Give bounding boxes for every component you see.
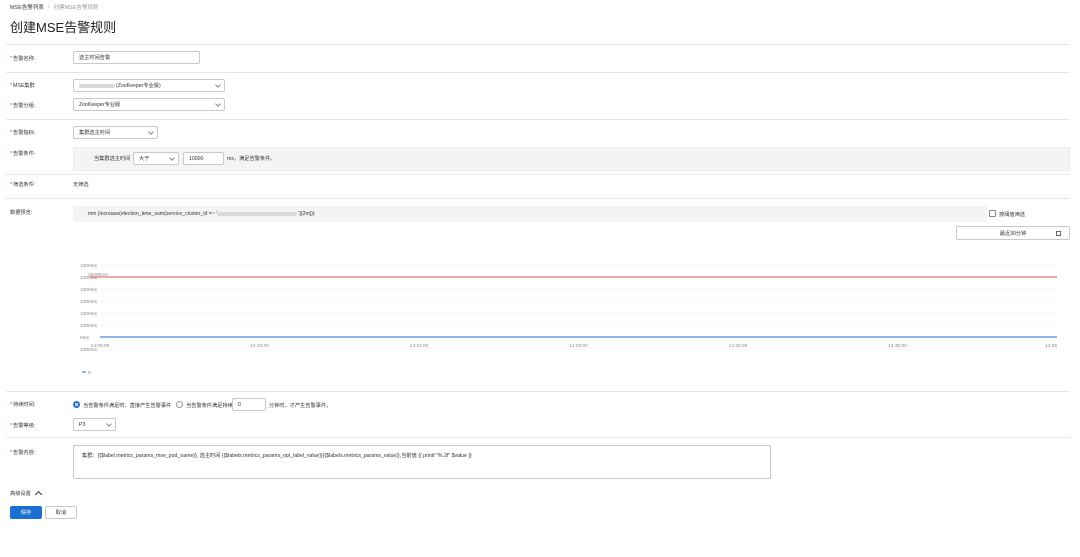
masked-cluster-id <box>217 212 298 216</box>
condition-prefix: 当集群选主时间 <box>94 156 131 162</box>
x-tick-label: 14:10:00 <box>250 343 269 349</box>
divider <box>6 437 1070 438</box>
alert-level-label: *告警等级: <box>10 423 36 429</box>
breadcrumb-parent-link[interactable]: MSE告警列表 <box>10 3 44 11</box>
chart-grid <box>100 264 1057 350</box>
y-tick-label: 1000ms <box>80 299 98 305</box>
breadcrumb: MSE告警列表 / 创建MSE告警规则 <box>10 3 98 11</box>
divider <box>6 198 1070 199</box>
chevron-down-icon <box>215 101 221 107</box>
alert-content-label: *告警内容: <box>10 450 36 456</box>
divider <box>6 119 1070 120</box>
threshold-label: 10000ms <box>88 272 108 278</box>
y-tick-label: 1000ms <box>80 287 98 293</box>
advanced-settings-label: 高级设置 <box>10 490 31 497</box>
time-range-picker[interactable]: 最近30分钟 <box>956 226 1070 240</box>
alert-metric-select[interactable]: 集群选主时间 <box>73 126 158 139</box>
condition-threshold-input[interactable]: 10000 <box>183 152 224 165</box>
alert-condition-label: *告警条件: <box>10 151 36 157</box>
filter-condition-value: 无筛选 <box>73 182 89 188</box>
duration-persist-radio[interactable] <box>176 401 183 408</box>
calendar-icon <box>1056 231 1061 236</box>
duration-label: *持续时间: <box>10 402 36 408</box>
duration-persist-suffix: 分钟时，才产生告警事件。 <box>269 403 332 409</box>
alert-name-input[interactable]: 选主时间告警 <box>73 51 200 64</box>
chevron-down-icon <box>169 155 175 161</box>
alert-metric-label: *告警指标: <box>10 130 36 136</box>
x-tick-label: 14:30:00 <box>888 343 907 349</box>
y-tick-label: 1000ms <box>80 263 98 269</box>
divider <box>6 44 1070 45</box>
x-tick-label: 14:05:00 <box>91 343 110 349</box>
alert-group-select[interactable]: ZooKeeper专业版 <box>73 98 225 111</box>
filter-condition-label: *筛选条件: <box>10 182 36 188</box>
chevron-down-icon <box>215 82 221 88</box>
duration-immediate-radio[interactable] <box>73 401 80 408</box>
save-button[interactable]: 保存 <box>10 506 42 519</box>
alert-level-select[interactable]: P3 <box>73 418 116 431</box>
query-prefix: min (increase(election_time_sum{service_… <box>88 211 218 217</box>
breadcrumb-current: 创建MSE告警规则 <box>53 5 99 11</box>
mse-cluster-select[interactable]: (ZooKeeper专业版) <box>73 79 225 92</box>
time-range-value: 最近30分钟 <box>999 230 1027 237</box>
x-tick-label: 14:25:00 <box>729 343 748 349</box>
chart-x-ticks: 14:05:00 14:10:00 14:15:00 14:20:00 14:25:00… <box>91 343 1058 349</box>
divider <box>6 72 1070 73</box>
mse-cluster-label: *MSE集群 <box>10 83 35 89</box>
breadcrumb-separator: / <box>47 4 50 10</box>
advanced-settings-toggle[interactable]: 高级设置 <box>10 489 42 499</box>
cancel-button[interactable]: 取消 <box>45 506 77 519</box>
alert-group-label: *告警分组: <box>10 103 36 109</box>
chevron-down-icon <box>106 421 112 427</box>
condition-operator-select[interactable]: 大于 <box>133 152 179 165</box>
condition-suffix: ms，满足告警条件。 <box>227 156 276 162</box>
query-suffix: '}[2m])) <box>298 211 315 217</box>
alert-name-label: *告警名称: <box>10 56 36 62</box>
chevron-up-icon <box>34 490 42 499</box>
divider <box>6 174 1070 175</box>
mse-cluster-value: (ZooKeeper专业版) <box>116 83 161 89</box>
alert-content-textarea[interactable]: 集群：{{$label.metrics_params_mse_pod_name}… <box>73 445 771 479</box>
chevron-down-icon <box>148 129 154 135</box>
alert-metric-value: 集群选主时间 <box>79 130 111 136</box>
y-tick-label: 1000ms <box>80 323 98 329</box>
threshold-filter-checkbox[interactable] <box>989 210 996 217</box>
alert-level-value: P3 <box>79 421 86 428</box>
masked-cluster-name <box>79 83 115 88</box>
alert-group-value: ZooKeeper专业版 <box>79 102 121 108</box>
x-tick-label: 14:15:00 <box>410 343 429 349</box>
x-tick-label: 14:20:00 <box>569 343 588 349</box>
duration-persist-prefix: 当告警条件满足持续 <box>186 403 233 409</box>
divider <box>6 391 1070 392</box>
y-tick-label: 0ms <box>80 335 90 341</box>
query-expression: min (increase(election_time_sum{service_… <box>73 206 987 222</box>
x-tick-label: 14:35 <box>1045 343 1057 349</box>
y-tick-label: 1000ms <box>80 311 98 317</box>
condition-operator-value: 大于 <box>139 156 150 162</box>
data-preview-label: 数据预览: <box>10 210 33 216</box>
duration-immediate-label: 当告警条件满足时，直接产生告警事件 <box>83 403 172 409</box>
threshold-filter-label: 按阈值筛选 <box>999 212 1025 218</box>
legend-label: 0 <box>88 370 91 376</box>
page-title: 创建MSE告警规则 <box>10 20 117 35</box>
duration-minutes-input[interactable]: 0 <box>232 398 266 411</box>
preview-chart: 1000ms1000ms1000ms1000ms1000ms1000ms0ms1… <box>80 263 1058 376</box>
